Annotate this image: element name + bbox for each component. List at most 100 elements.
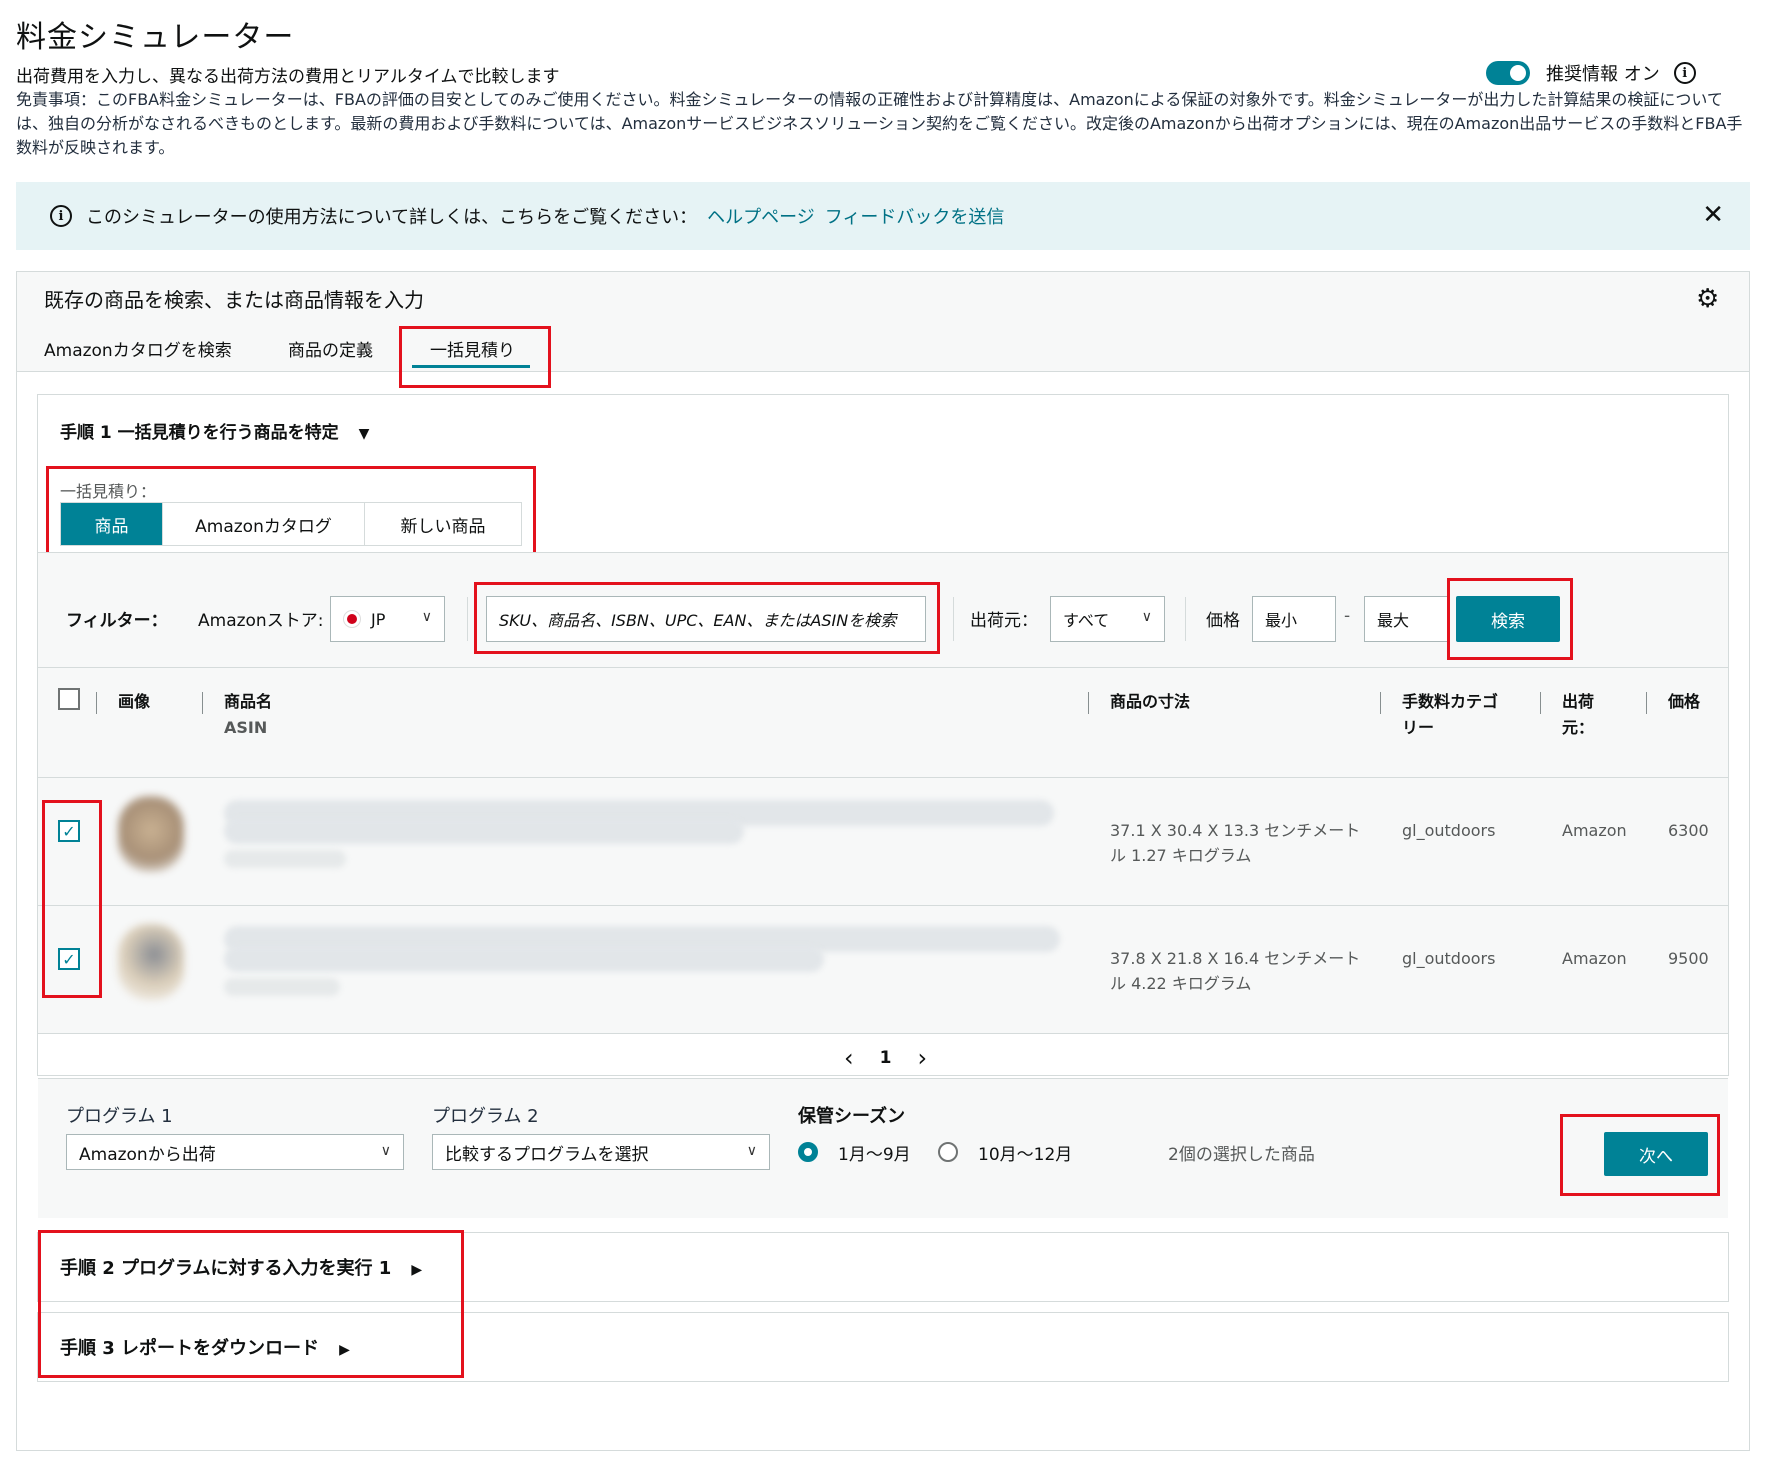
info-icon[interactable]: i <box>1673 62 1696 84</box>
program1-select[interactable]: Amazonから出荷 ∨ <box>66 1134 404 1170</box>
header-price[interactable]: 価格 <box>1668 690 1700 714</box>
program1-label: プログラム 1 <box>66 1106 173 1127</box>
header-dimensions[interactable]: 商品の寸法 <box>1110 690 1190 714</box>
product-thumbnail[interactable] <box>118 796 184 872</box>
row-ship-from: Amazon <box>1562 821 1627 840</box>
ship-from-value: すべて <box>1063 611 1110 630</box>
tab-amazon-catalog-search[interactable]: Amazonカタログを検索 <box>44 336 232 361</box>
step2-title[interactable]: 手順 2 プログラムに対する入力を実行 1 ▶ <box>60 1254 422 1280</box>
ship-from-label: 出荷元： <box>970 611 1038 631</box>
selected-count: 2個の選択した商品 <box>1168 1145 1315 1165</box>
caret-right-icon: ▶ <box>339 1342 350 1358</box>
asin-blurred <box>224 850 346 868</box>
header-fee-category-line2: リー <box>1402 718 1435 737</box>
page-subtitle: 出荷費用を入力し、異なる出荷方法の費用とリアルタイムで比較します <box>16 67 560 87</box>
next-page-icon[interactable]: › <box>917 1044 927 1072</box>
page-title: 料金シミュレーター <box>16 20 295 55</box>
season-option-oct-dec[interactable]: 10月～12月 <box>978 1140 1072 1165</box>
season-option-jan-sep[interactable]: 1月～9月 <box>838 1140 911 1165</box>
divider <box>1540 692 1541 714</box>
recommend-toggle[interactable] <box>1486 61 1530 85</box>
disclaimer-text: 免責事項：このFBA料金シミュレーターは、FBAの評価の目安としてのみご使用くだ… <box>16 90 1743 157</box>
row-dimensions-line2: ル 1.27 キログラム <box>1110 846 1252 865</box>
price-min-input[interactable]: 最小 <box>1252 596 1336 642</box>
info-icon: i <box>50 205 72 227</box>
divider <box>1088 692 1089 714</box>
season-radio-oct-dec[interactable] <box>938 1142 958 1162</box>
header-product-name[interactable]: 商品名 <box>224 690 272 714</box>
header-asin: ASIN <box>224 718 268 737</box>
bulk-label: 一括見積り： <box>60 482 157 501</box>
season-radio-jan-sep[interactable] <box>798 1142 818 1162</box>
divider <box>1380 692 1381 714</box>
product-name-blurred <box>224 946 824 972</box>
row-fee-category: gl_outdoors <box>1402 949 1496 968</box>
step3-title[interactable]: 手順 3 レポートをダウンロード ▶ <box>60 1334 350 1360</box>
bulk-segmented-control: 商品 Amazonカタログ 新しい商品 <box>60 502 522 546</box>
row-checkbox[interactable]: ✓ <box>58 820 80 842</box>
price-label: 価格 <box>1206 611 1240 631</box>
header-image: 画像 <box>118 692 151 711</box>
table-header <box>38 668 1728 778</box>
recommend-label: 推奨情報 オン <box>1546 64 1660 85</box>
divider <box>953 597 954 641</box>
search-button[interactable]: 検索 <box>1456 596 1560 642</box>
next-button[interactable]: 次へ <box>1604 1132 1708 1176</box>
active-tab-indicator <box>412 365 530 368</box>
program2-select[interactable]: 比較するプログラムを選択 ∨ <box>432 1134 770 1170</box>
search-input[interactable]: SKU、商品名、ISBN、UPC、EAN、またはASINを検索 <box>486 596 926 642</box>
divider <box>202 692 203 714</box>
recommend-toggle-group: 推奨情報 オン i <box>1486 60 1696 86</box>
program1-value: Amazonから出荷 <box>79 1144 216 1165</box>
header-fee-category-line1[interactable]: 手数料カテゴ <box>1402 690 1498 714</box>
season-label: 保管シーズン <box>798 1106 906 1127</box>
filter-label: フィルター： <box>66 611 168 631</box>
step2-title-text: 手順 2 プログラムに対する入力を実行 1 <box>60 1258 392 1279</box>
row-fee-category: gl_outdoors <box>1402 821 1496 840</box>
pagination: ‹ 1 › <box>844 1044 927 1072</box>
header-ship-from-line2: 元： <box>1562 718 1595 737</box>
step3-title-text: 手順 3 レポートをダウンロード <box>60 1338 320 1359</box>
prev-page-icon[interactable]: ‹ <box>844 1044 854 1072</box>
help-alert: i このシミュレーターの使用方法について詳しくは、こちらをご覧ください： ヘルプ… <box>16 182 1750 250</box>
row-dimensions-line1: 37.1 X 30.4 X 13.3 センチメート <box>1110 821 1361 840</box>
tab-bulk-estimate[interactable]: 一括見積り <box>430 336 515 361</box>
row-ship-from: Amazon <box>1562 949 1627 968</box>
header-ship-from-line1[interactable]: 出荷 <box>1562 690 1594 714</box>
ship-from-select[interactable]: すべて ∨ <box>1050 596 1165 642</box>
row-dimensions-line2: ル 4.22 キログラム <box>1110 974 1252 993</box>
chevron-down-icon: ∨ <box>746 1143 757 1159</box>
divider <box>96 692 97 714</box>
divider <box>1185 597 1186 641</box>
price-range-dash: - <box>1344 606 1351 626</box>
step1-title[interactable]: 手順 1 一括見積りを行う商品を特定 ▼ <box>60 418 369 443</box>
divider <box>1646 692 1647 714</box>
alert-text: このシミュレーターの使用方法について詳しくは、こちらをご覧ください： <box>86 207 698 228</box>
select-all-checkbox[interactable] <box>58 688 80 710</box>
caret-right-icon: ▶ <box>411 1262 423 1278</box>
segment-new-product[interactable]: 新しい商品 <box>365 503 521 545</box>
panel-title: 既存の商品を検索、または商品情報を入力 <box>44 288 424 312</box>
segment-amazon-catalog[interactable]: Amazonカタログ <box>163 503 365 545</box>
caret-down-icon: ▼ <box>358 426 370 442</box>
chevron-down-icon: ∨ <box>1141 609 1152 625</box>
row-checkbox[interactable]: ✓ <box>58 948 80 970</box>
current-page[interactable]: 1 <box>880 1048 892 1068</box>
close-icon[interactable]: ✕ <box>1702 200 1724 230</box>
store-value: JP <box>371 609 386 629</box>
row-dimensions-line1: 37.8 X 21.8 X 16.4 センチメート <box>1110 949 1361 968</box>
store-select[interactable]: JP ∨ <box>330 596 445 642</box>
segment-product[interactable]: 商品 <box>61 503 163 545</box>
store-label: Amazonストア: <box>198 611 324 631</box>
gear-icon[interactable]: ⚙ <box>1696 284 1719 314</box>
feedback-link[interactable]: フィードバックを送信 <box>825 203 1005 229</box>
price-max-input[interactable]: 最大 <box>1364 596 1448 642</box>
divider <box>467 597 468 641</box>
product-thumbnail[interactable] <box>118 924 184 1000</box>
row-price: 6300 <box>1668 821 1709 840</box>
tab-product-definition[interactable]: 商品の定義 <box>288 336 373 361</box>
chevron-down-icon: ∨ <box>421 609 432 625</box>
help-page-link[interactable]: ヘルプページ <box>707 203 815 229</box>
japan-flag-icon <box>343 610 361 628</box>
program2-value: 比較するプログラムを選択 <box>445 1144 649 1165</box>
